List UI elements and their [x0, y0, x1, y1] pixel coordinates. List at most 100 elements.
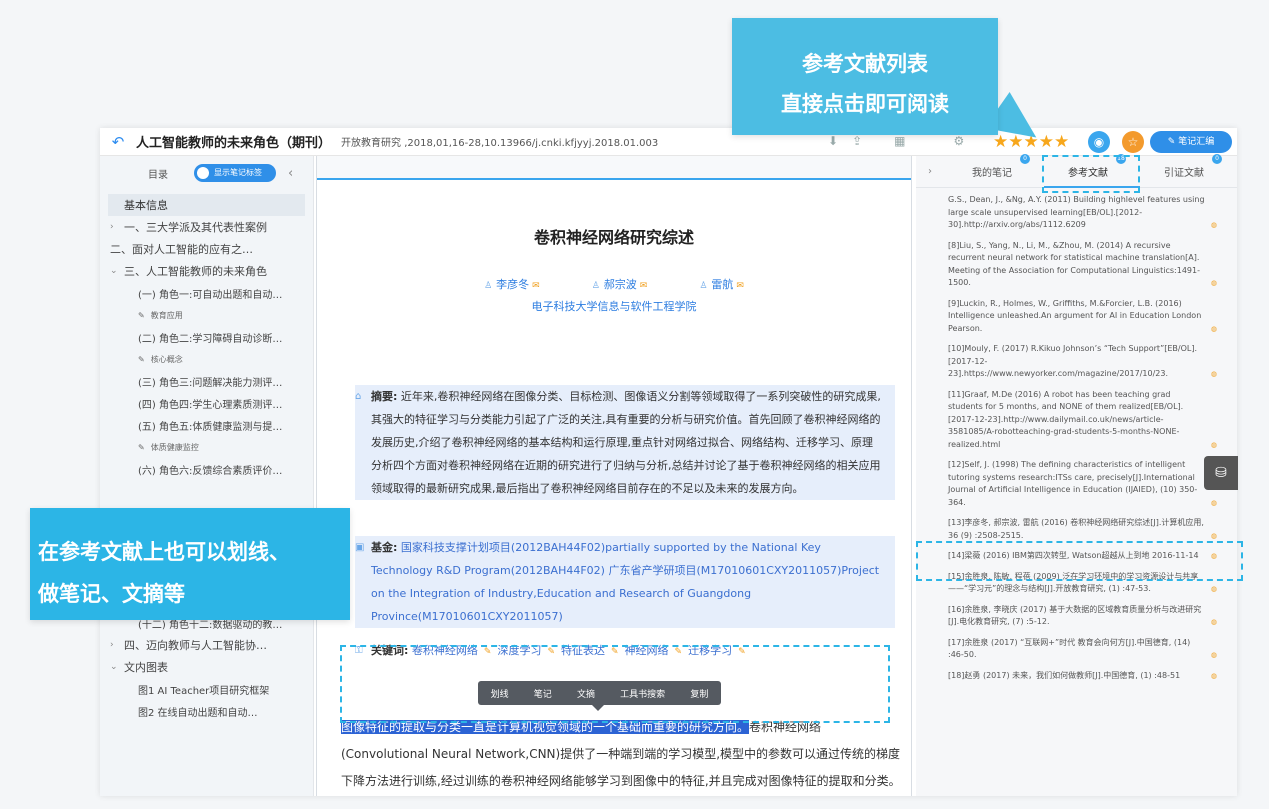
- fund-text: 国家科技支撑计划项目(2012BAH44F02)partially suppor…: [371, 541, 880, 623]
- toc-item[interactable]: (五) 角色五:体质健康监测与提…: [100, 414, 313, 436]
- reference-note-icon[interactable]: ◍: [1211, 368, 1217, 381]
- reference-text: [13]李彦冬, 郝宗波, 雷航 (2016) 卷积神经网络研究综述[J].计算…: [948, 518, 1204, 540]
- reference-note-icon[interactable]: ◍: [1211, 616, 1217, 629]
- reference-item[interactable]: [16]余胜泉, 李晓庆 (2017) 基于大数据的区域教育质量分析与改进研究[…: [948, 604, 1217, 629]
- body-paragraph[interactable]: 图像特征的提取与分类一直是计算机视觉领域的一个基础而重要的研究方向。卷积神经网络…: [341, 714, 901, 796]
- toc-header: 目录 显示笔记标签 ‹: [100, 156, 313, 190]
- toc-item[interactable]: ✎ 教育应用: [100, 304, 313, 326]
- toc-item[interactable]: ✎ 核心概念: [100, 348, 313, 370]
- toc-item[interactable]: 图1 AI Teacher项目研究框架: [100, 678, 313, 700]
- toc-item-label: (五) 角色五:体质健康监测与提…: [138, 421, 283, 433]
- reference-item[interactable]: [12]Self, J. (1998) The defining charact…: [948, 459, 1217, 509]
- toc-item-label: 体质健康监控: [150, 442, 199, 452]
- reference-note-icon[interactable]: ◍: [1211, 583, 1217, 596]
- toc-item[interactable]: (一) 角色一:可自动出题和自动…: [100, 282, 313, 304]
- toc-item[interactable]: › 一、三大学派及其代表性案例: [100, 216, 313, 238]
- favorite-button[interactable]: ☆: [1122, 131, 1144, 153]
- show-note-tags-toggle[interactable]: 显示笔记标签: [194, 164, 276, 182]
- reference-note-icon[interactable]: ◍: [1211, 323, 1217, 336]
- document-title: 人工智能教师的未来角色（期刊）: [136, 136, 332, 151]
- reference-item[interactable]: [10]Mouly, F. (2017) R.Kikuo Johnson’s “…: [948, 343, 1217, 381]
- toc-item-label: 二、面对人工智能的应有之…: [110, 243, 253, 256]
- info-button[interactable]: ◉: [1088, 131, 1110, 153]
- back-icon[interactable]: ↶: [100, 133, 136, 151]
- author-1-name: 李彦冬: [496, 278, 530, 291]
- author-1[interactable]: ♙ 李彦冬 ✉: [484, 276, 540, 292]
- home-icon: ⌂: [355, 391, 362, 402]
- tab-citing[interactable]: 引证文献 0: [1136, 154, 1232, 179]
- note-icon: ✎: [138, 354, 145, 364]
- share-icon[interactable]: ⇪: [852, 134, 862, 148]
- toc-item-label: 图1 AI Teacher项目研究框架: [138, 685, 270, 697]
- toc-item[interactable]: ✎ 体质健康监控: [100, 436, 313, 458]
- abstract-block[interactable]: ⌂ 摘要: 近年来,卷积神经网络在图像分类、目标检测、图像语义分割等领域取得了一…: [355, 385, 895, 500]
- toc-item[interactable]: 二、面对人工智能的应有之…: [100, 238, 313, 260]
- reference-note-icon[interactable]: ◍: [1211, 649, 1217, 662]
- author-2[interactable]: ♙ 郝宗波 ✉: [592, 276, 648, 292]
- toc-item[interactable]: ⌄ 文内图表: [100, 656, 313, 678]
- reference-text: G.S., Dean, J., &Ng, A.Y. (2011) Buildin…: [948, 195, 1205, 229]
- toc-item[interactable]: (六) 角色六:反馈综合素质评价…: [100, 458, 313, 480]
- callout-annotate: 在参考文献上也可以划线、 做笔记、文摘等: [30, 508, 350, 620]
- download-icon[interactable]: ⬇: [828, 134, 838, 148]
- reference-item[interactable]: [9]Luckin, R., Holmes, W., Griffiths, M.…: [948, 298, 1217, 336]
- affiliation[interactable]: 电子科技大学信息与软件工程学院: [317, 298, 911, 314]
- toc-item-label: 一、三大学派及其代表性案例: [124, 221, 267, 234]
- mail-icon: ✉: [736, 281, 744, 291]
- caret-icon[interactable]: ›: [110, 222, 124, 232]
- reference-item[interactable]: [13]李彦冬, 郝宗波, 雷航 (2016) 卷积神经网络研究综述[J].计算…: [948, 517, 1217, 542]
- toc-item-label: 图2 在线自动出题和自动…: [138, 707, 258, 719]
- toc-item[interactable]: 图2 在线自动出题和自动…: [100, 700, 313, 722]
- collapse-left-icon[interactable]: ‹: [288, 166, 293, 181]
- toc-item[interactable]: › 四、迈向教师与人工智能协…: [100, 634, 313, 656]
- callout-reference-list: 参考文献列表 直接点击即可阅读: [732, 18, 998, 135]
- grid-icon[interactable]: ▦: [894, 134, 905, 148]
- reference-item[interactable]: [17]余胜泉 (2017) “互联网+”时代 教育会向何方[J].中国德育, …: [948, 637, 1217, 662]
- reference-note-icon[interactable]: ◍: [1211, 497, 1217, 510]
- reference-item[interactable]: [8]Liu, S., Yang, N., Li, M., &Zhou, M. …: [948, 240, 1217, 290]
- reference-text: [10]Mouly, F. (2017) R.Kikuo Johnson’s “…: [948, 344, 1197, 378]
- caret-icon[interactable]: ›: [110, 640, 124, 650]
- reference-text: [16]余胜泉, 李晓庆 (2017) 基于大数据的区域教育质量分析与改进研究[…: [948, 604, 1202, 627]
- toc-item-label: 核心概念: [150, 354, 183, 364]
- caret-icon[interactable]: ⌄: [110, 662, 124, 672]
- tab-badge: 0: [1212, 154, 1222, 164]
- callout-left-line1: 在参考文献上也可以划线、: [38, 540, 290, 564]
- fund-block[interactable]: ▣ 基金: 国家科技支撑计划项目(2012BAH44F02)partially …: [355, 536, 895, 628]
- settings-icon[interactable]: ⚙: [953, 134, 964, 148]
- mail-icon: ✉: [639, 281, 648, 291]
- toolbox-icon[interactable]: ⛁: [1204, 456, 1238, 490]
- mail-icon: ✉: [532, 281, 540, 291]
- toc-item[interactable]: (四) 角色四:学生心理素质测评…: [100, 392, 313, 414]
- reference-note-icon[interactable]: ◍: [1211, 670, 1217, 683]
- toc-item-label: 文内图表: [124, 661, 168, 674]
- toc-item[interactable]: ⌄ 三、人工智能教师的未来角色: [100, 260, 313, 282]
- reference-note-icon[interactable]: ◍: [1211, 439, 1217, 452]
- reference-item[interactable]: [11]Graaf, M.De (2016) A robot has been …: [948, 389, 1217, 452]
- reference-note-icon[interactable]: ◍: [1211, 277, 1217, 290]
- top-bar: ↶ 人工智能教师的未来角色（期刊） 开放教育研究 ,2018,01,16-28,…: [100, 128, 1237, 156]
- note-compile-button[interactable]: ✎ 笔记汇编: [1150, 131, 1232, 153]
- doc-header-strip: [317, 156, 911, 180]
- toc-item-label: 三、人工智能教师的未来角色: [124, 265, 267, 278]
- toc-item[interactable]: [100, 480, 313, 502]
- callout-top-line2: 直接点击即可阅读: [781, 92, 949, 116]
- toc-item[interactable]: 基本信息: [108, 194, 305, 216]
- collapse-right-icon[interactable]: ›: [916, 166, 944, 177]
- toc-item[interactable]: (二) 角色二:学习障碍自动诊断…: [100, 326, 313, 348]
- abstract-label: 摘要:: [371, 390, 398, 403]
- tab-my-notes[interactable]: 我的笔记 0: [944, 154, 1040, 179]
- reference-item[interactable]: G.S., Dean, J., &Ng, A.Y. (2011) Buildin…: [948, 194, 1217, 232]
- highlight-box-reference-tab: [1042, 155, 1140, 193]
- caret-icon[interactable]: ⌄: [110, 266, 124, 276]
- author-3[interactable]: ♙ 雷航 ✉: [699, 276, 744, 292]
- callout-top-line1: 参考文献列表: [802, 52, 928, 76]
- abstract-text: 近年来,卷积神经网络在图像分类、目标检测、图像语义分割等领域取得了一系列突破性的…: [371, 390, 881, 495]
- note-icon: ✎: [138, 442, 145, 452]
- person-icon: ♙: [699, 281, 708, 291]
- toolbar-icons: ⬇ ⇪ ▦ ⚙: [828, 134, 964, 148]
- reference-note-icon[interactable]: ◍: [1211, 219, 1217, 232]
- reference-text: [11]Graaf, M.De (2016) A robot has been …: [948, 389, 1184, 449]
- toc-item[interactable]: (三) 角色三:问题解决能力测评…: [100, 370, 313, 392]
- reference-item[interactable]: [18]赵勇 (2017) 未来，我们如何做教师[J].中国德育, (1) :4…: [948, 670, 1217, 683]
